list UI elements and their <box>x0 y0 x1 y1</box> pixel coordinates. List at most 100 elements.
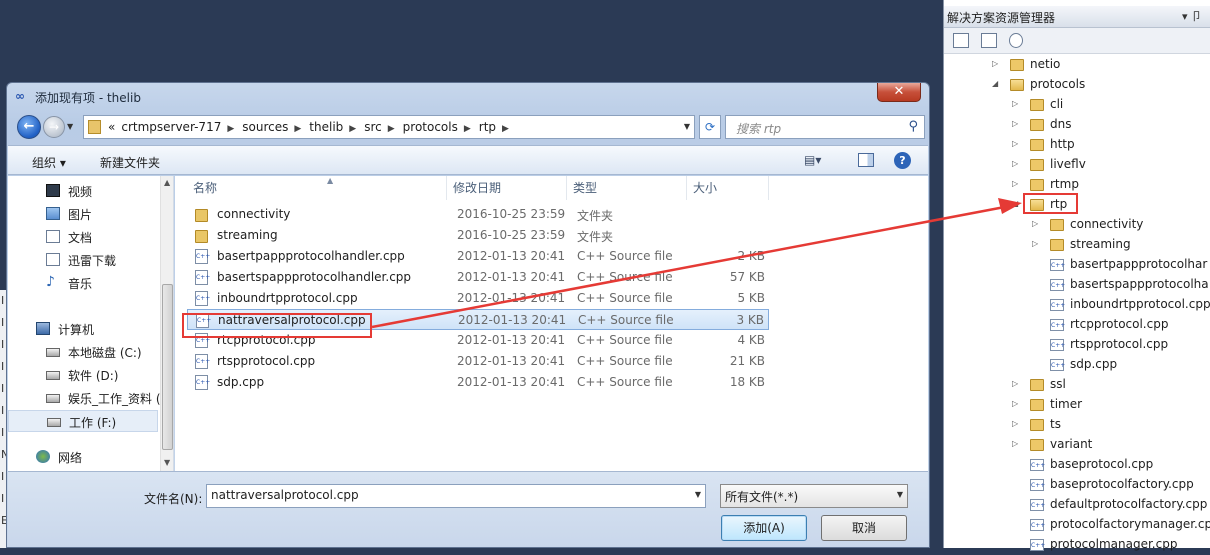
breadcrumb-separator-icon[interactable]: ▶ <box>464 118 471 140</box>
close-button[interactable]: ✕ <box>877 83 921 102</box>
collapse-arrow-icon[interactable]: ◢ <box>992 79 998 88</box>
file-row[interactable]: streaming 2016-10-25 23:59 文件夹 <box>187 225 769 246</box>
nav-item[interactable]: 娱乐_工作_资料 ( <box>8 387 161 409</box>
expand-arrow-icon[interactable]: ▷ <box>1032 219 1038 228</box>
breadcrumb-item[interactable]: sources <box>242 116 288 138</box>
expand-arrow-icon[interactable]: ▷ <box>1012 99 1018 108</box>
scroll-up-icon[interactable]: ▲ <box>164 178 170 187</box>
file-row[interactable]: C++ sdp.cpp 2012-01-13 20:41 C++ Source fil… <box>187 372 769 393</box>
filename-input[interactable]: nattraversalprotocol.cpp ▼ <box>206 484 706 508</box>
breadcrumb-separator-icon[interactable]: ▶ <box>227 118 234 140</box>
file-name: connectivity <box>217 207 291 221</box>
column-header-date[interactable]: 修改日期 <box>447 176 567 200</box>
address-dropdown-icon[interactable]: ▼ <box>684 122 690 131</box>
file-type: C++ Source file <box>577 291 673 305</box>
show-all-files-icon[interactable] <box>981 33 997 48</box>
breadcrumb-item[interactable]: crtmpserver-717 <box>121 116 221 138</box>
recent-pages-dropdown[interactable]: ▼ <box>67 122 79 132</box>
nav-item[interactable]: 工作 (F:) <box>8 410 158 432</box>
expand-arrow-icon[interactable]: ▷ <box>1012 139 1018 148</box>
nav-item[interactable]: 迅雷下载 <box>8 249 158 271</box>
expand-arrow-icon[interactable]: ▷ <box>1032 239 1038 248</box>
nav-item[interactable]: ♪ 音乐 <box>8 272 158 294</box>
expand-arrow-icon[interactable]: ▷ <box>1012 119 1018 128</box>
address-bar[interactable]: « crtmpserver-717 ▶ sources ▶ thelib ▶ src ▶ prot… <box>83 115 695 139</box>
solution-explorer-title-bar: 解决方案资源管理器 ▾ 卩 <box>944 6 1210 28</box>
cancel-button[interactable]: 取消 <box>821 515 907 541</box>
filename-label: 文件名(N): <box>144 492 203 506</box>
refresh-button[interactable]: ⟳ <box>699 115 721 139</box>
tree-node-label: rtspprotocol.cpp <box>1070 337 1169 351</box>
expand-arrow-icon[interactable]: ▷ <box>1012 419 1018 428</box>
back-button[interactable]: ← <box>17 115 41 139</box>
expand-arrow-icon[interactable]: ▷ <box>1012 379 1018 388</box>
breadcrumb-item[interactable]: thelib <box>309 116 343 138</box>
breadcrumb-separator-icon[interactable]: ▶ <box>388 118 395 140</box>
cpp-file-icon: C++ <box>1030 539 1045 551</box>
navigation-scrollbar[interactable]: ▲ ▼ <box>160 176 173 471</box>
file-row[interactable]: C++ basertpappprotocolhandler.cpp 2012-01-… <box>187 246 769 267</box>
add-button[interactable]: 添加(A) <box>721 515 807 541</box>
filetype-dropdown-icon[interactable]: ▼ <box>897 490 903 499</box>
file-date: 2012-01-13 20:41 <box>457 375 566 389</box>
nav-item[interactable]: 图片 <box>8 203 158 225</box>
nav-item[interactable]: 文档 <box>8 226 158 248</box>
file-name: basertspappprotocolhandler.cpp <box>217 270 412 284</box>
organize-button[interactable]: 组织 ▾ <box>32 154 66 171</box>
tree-node-label: http <box>1050 137 1075 151</box>
breadcrumb-overflow[interactable]: « <box>108 116 115 138</box>
collapse-arrow-icon[interactable]: ◢ <box>1012 199 1018 208</box>
breadcrumb-separator-icon[interactable]: ▶ <box>294 118 301 140</box>
expand-arrow-icon[interactable]: ▷ <box>1012 399 1018 408</box>
change-view-button[interactable]: ▤▾ <box>804 153 821 167</box>
scroll-thumb[interactable] <box>162 284 173 450</box>
cpp-file-icon: C++ <box>1050 259 1065 271</box>
tree-node-label: variant <box>1050 437 1093 451</box>
breadcrumb-item[interactable]: protocols <box>403 116 458 138</box>
search-input[interactable]: 搜索 rtp ⚲ <box>725 115 925 139</box>
expand-arrow-icon[interactable]: ▷ <box>1012 179 1018 188</box>
column-header-size[interactable]: 大小 <box>687 176 769 200</box>
file-size: 21 KB <box>729 354 765 368</box>
solution-explorer: 解决方案资源管理器 ▾ 卩 ▷ netio ◢ protocols ▷ cli ▷ dns ▷ h… <box>943 0 1210 551</box>
column-header-type[interactable]: 类型 <box>567 176 687 200</box>
preview-pane-icon[interactable] <box>858 153 874 167</box>
breadcrumb-separator-icon[interactable]: ▶ <box>349 118 356 140</box>
nav-item[interactable]: 视频 <box>8 180 158 202</box>
new-folder-button[interactable]: 新建文件夹 <box>100 154 160 171</box>
view-class-diagram-icon[interactable] <box>1009 33 1023 48</box>
properties-icon[interactable] <box>953 33 969 48</box>
file-row[interactable]: C++ inboundrtpprotocol.cpp 2012-01-13 20:4… <box>187 288 769 309</box>
forward-button[interactable]: → <box>43 116 65 138</box>
nav-item[interactable]: 软件 (D:) <box>8 364 158 386</box>
folder-icon <box>195 209 208 222</box>
breadcrumb-item[interactable]: rtp <box>479 116 496 138</box>
cpp-file-icon: C++ <box>1030 479 1045 491</box>
expand-arrow-icon[interactable]: ▷ <box>1012 159 1018 168</box>
nav-item-label: 文档 <box>68 231 93 245</box>
breadcrumb-separator-icon[interactable]: ▶ <box>502 118 509 140</box>
cpp-file-icon: C++ <box>195 291 210 306</box>
dialog-title-bar[interactable]: ∞ 添加现有项 - thelib ✕ <box>7 83 929 111</box>
nav-item[interactable]: 计算机 <box>8 318 158 340</box>
nav-item-label: 软件 (D:) <box>68 369 119 383</box>
file-row[interactable]: C++ rtspprotocol.cpp 2012-01-13 20:41 C++ S… <box>187 351 769 372</box>
file-type: C++ Source file <box>577 333 673 347</box>
file-name: rtspprotocol.cpp <box>217 354 316 368</box>
filename-dropdown-icon[interactable]: ▼ <box>695 490 701 499</box>
expand-arrow-icon[interactable]: ▷ <box>992 59 998 68</box>
filetype-select[interactable]: 所有文件(*.*) ▼ <box>720 484 908 508</box>
column-header-name[interactable]: 名称 ▲ <box>187 176 447 200</box>
help-icon[interactable]: ? <box>894 152 911 169</box>
expand-arrow-icon[interactable]: ▷ <box>1012 439 1018 448</box>
tree-node-label: dns <box>1050 117 1072 131</box>
nav-item[interactable]: 网络 <box>8 446 158 468</box>
folder-icon <box>1030 99 1044 111</box>
pin-and-menu-icons[interactable]: ▾ 卩 <box>1182 8 1202 24</box>
breadcrumb-item[interactable]: src <box>364 116 382 138</box>
file-row[interactable]: C++ basertspappprotocolhandler.cpp 2012-01… <box>187 267 769 288</box>
folder-icon <box>1030 399 1044 411</box>
scroll-down-icon[interactable]: ▼ <box>164 458 170 467</box>
file-row[interactable]: connectivity 2016-10-25 23:59 文件夹 <box>187 204 769 225</box>
nav-item[interactable]: 本地磁盘 (C:) <box>8 341 158 363</box>
